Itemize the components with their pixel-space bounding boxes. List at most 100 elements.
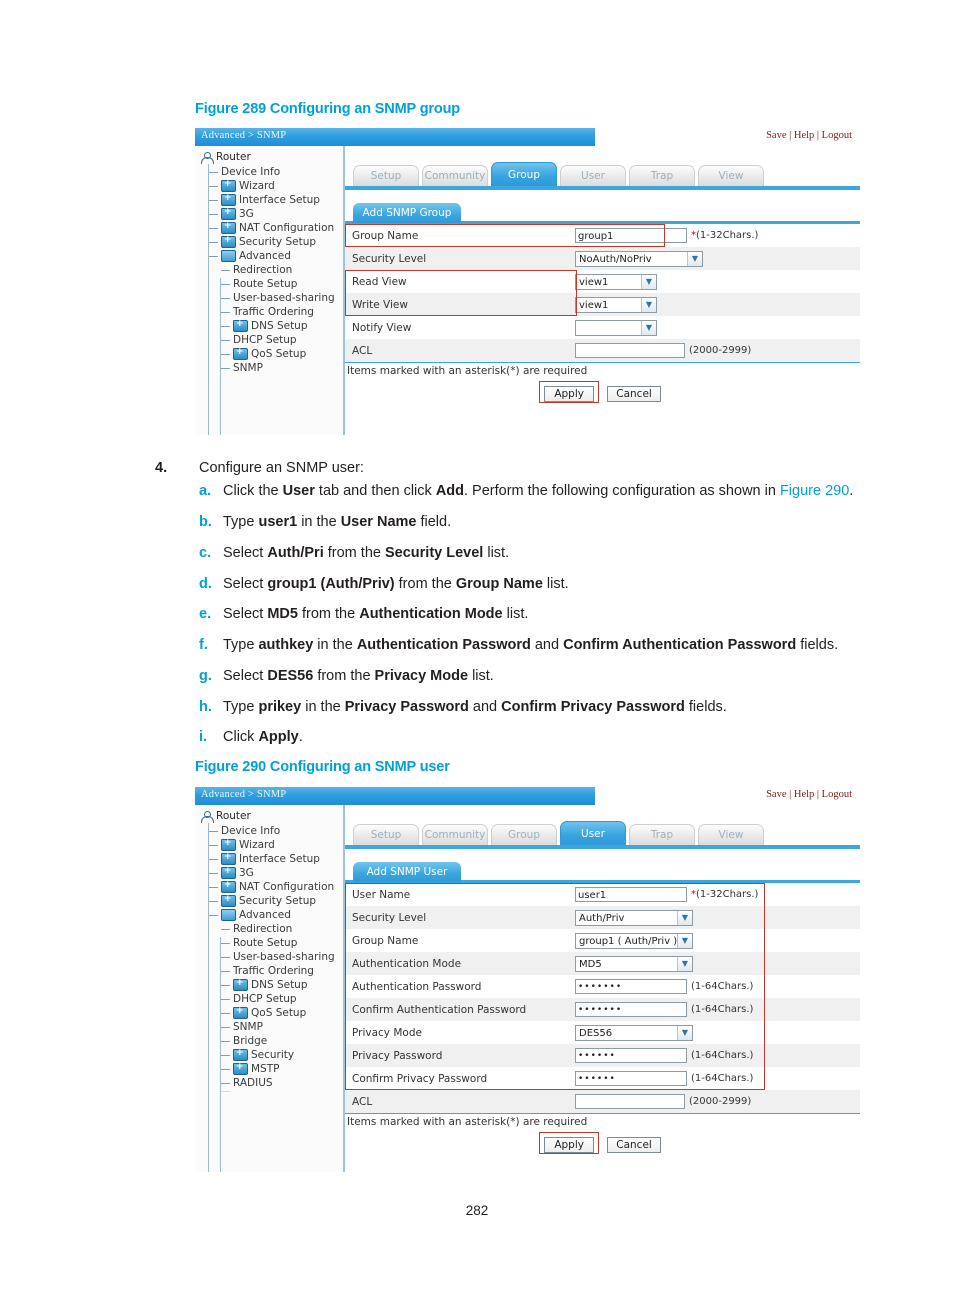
apply-button[interactable]: Apply <box>544 1137 595 1153</box>
tab-setup[interactable]: Setup <box>353 165 419 186</box>
folder-plus-icon <box>221 851 236 865</box>
sidebar-item-advanced[interactable]: Advanced <box>195 908 343 922</box>
field-label: Group Name <box>352 229 419 242</box>
sidebar-item-nat-configuration[interactable]: NAT Configuration <box>195 220 343 235</box>
tab-group[interactable]: Group <box>491 162 557 186</box>
confirm-authentication-password-input[interactable]: ••••••• <box>575 1002 687 1017</box>
sidebar-item-route-setup[interactable]: Route Setup <box>195 936 343 950</box>
sidebar-item-user-based-sharing[interactable]: User-based-sharing <box>195 950 343 964</box>
sidebar-root-label: Router <box>216 810 251 822</box>
sidebar-item-traffic-ordering[interactable]: Traffic Ordering <box>195 305 343 319</box>
write-view-select[interactable]: view1 ▼ <box>575 296 657 313</box>
sidebar-item-device-info[interactable]: Device Info <box>195 824 343 838</box>
sidebar-nav-tree[interactable]: Router Device Info Wizard Interface Setu… <box>195 146 345 435</box>
tab-setup[interactable]: Setup <box>353 824 419 845</box>
sidebar-item-security-setup[interactable]: Security Setup <box>195 234 343 249</box>
cross-reference-link[interactable]: Figure 290 <box>780 483 849 499</box>
tree-branch-icon <box>209 844 218 846</box>
sidebar-item-snmp[interactable]: SNMP <box>195 361 343 375</box>
sidebar-item-label: Wizard <box>239 180 275 192</box>
notify-view-select[interactable]: ▼ <box>575 319 657 336</box>
select-value: view1 <box>579 299 609 311</box>
help-link[interactable]: Help <box>794 130 814 141</box>
tab-trap[interactable]: Trap <box>629 165 695 186</box>
sidebar-item-route-setup[interactable]: Route Setup <box>195 277 343 291</box>
sidebar-item-security[interactable]: Security <box>195 1047 343 1062</box>
sidebar-item-redirection[interactable]: Redirection <box>195 263 343 277</box>
tab-bar[interactable]: Setup Community Group User Trap View <box>345 146 860 190</box>
sidebar-item-snmp[interactable]: SNMP <box>195 1020 343 1034</box>
subtab-add-snmp-user[interactable]: Add SNMP User <box>353 862 461 882</box>
acl-input[interactable] <box>575 1094 685 1109</box>
sidebar-item-nat-configuration[interactable]: NAT Configuration <box>195 879 343 894</box>
security-level-select[interactable]: Auth/Priv ▼ <box>575 909 693 926</box>
figure-289-screenshot: Advanced > SNMP Save | Help | Logout Rou… <box>195 128 860 435</box>
cancel-button[interactable]: Cancel <box>607 386 661 402</box>
tab-user[interactable]: User <box>560 165 626 186</box>
user-name-input[interactable]: user1 <box>575 887 687 902</box>
sidebar-item-qos-setup[interactable]: QoS Setup <box>195 1005 343 1020</box>
field-label: Authentication Mode <box>352 957 462 970</box>
field-control: (2000-2999) <box>575 343 751 358</box>
save-link[interactable]: Save <box>766 130 786 141</box>
sidebar-item-3g[interactable]: 3G <box>195 206 343 221</box>
privacy-password-input[interactable]: •••••• <box>575 1048 687 1063</box>
sidebar-item-advanced[interactable]: Advanced <box>195 249 343 263</box>
subtab-add-snmp-group[interactable]: Add SNMP Group <box>353 203 461 223</box>
tree-branch-icon <box>221 998 230 1000</box>
sidebar-item-radius[interactable]: RADIUS <box>195 1076 343 1090</box>
substep-letter: b. <box>199 514 212 531</box>
tab-bar[interactable]: Setup Community Group User Trap View <box>345 805 860 849</box>
tree-branch-icon <box>221 325 230 327</box>
sidebar-item-router[interactable]: Router <box>195 150 343 165</box>
sidebar-item-mstp[interactable]: MSTP <box>195 1061 343 1076</box>
emphasis-text: Add <box>435 483 464 500</box>
logout-link[interactable]: Logout <box>822 130 852 141</box>
tab-community[interactable]: Community <box>422 165 488 186</box>
substep-text: Type authkey in the Authentication Passw… <box>223 635 855 657</box>
sidebar-item-dhcp-setup[interactable]: DHCP Setup <box>195 333 343 347</box>
substep-a: a. Click the User tab and then click Add.… <box>199 481 855 503</box>
sidebar-item-interface-setup[interactable]: Interface Setup <box>195 192 343 207</box>
sidebar-item-dns-setup[interactable]: DNS Setup <box>195 318 343 333</box>
authentication-password-input[interactable]: ••••••• <box>575 979 687 994</box>
sidebar-item-redirection[interactable]: Redirection <box>195 922 343 936</box>
group-name-select[interactable]: group1 ( Auth/Priv ) ▼ <box>575 932 693 949</box>
help-link[interactable]: Help <box>794 789 814 800</box>
group-name-input[interactable]: group1 <box>575 228 687 243</box>
link-separator-2: | <box>816 130 820 141</box>
sidebar-item-dhcp-setup[interactable]: DHCP Setup <box>195 992 343 1006</box>
sidebar-item-router[interactable]: Router <box>195 809 343 824</box>
authentication-mode-select[interactable]: MD5 ▼ <box>575 955 693 972</box>
sidebar-item-user-based-sharing[interactable]: User-based-sharing <box>195 291 343 305</box>
sidebar-item-interface-setup[interactable]: Interface Setup <box>195 851 343 866</box>
tab-view[interactable]: View <box>698 165 764 186</box>
substep-list: a. Click the User tab and then click Add.… <box>199 481 855 749</box>
cancel-button[interactable]: Cancel <box>607 1137 661 1153</box>
privacy-mode-select[interactable]: DES56 ▼ <box>575 1024 693 1041</box>
sidebar-item-wizard[interactable]: Wizard <box>195 178 343 193</box>
tab-group[interactable]: Group <box>491 824 557 845</box>
confirm-privacy-password-input[interactable]: •••••• <box>575 1071 687 1086</box>
emphasis-text: Apply <box>258 729 299 746</box>
security-level-select[interactable]: NoAuth/NoPriv ▼ <box>575 250 703 267</box>
save-link[interactable]: Save <box>766 789 786 800</box>
sidebar-item-wizard[interactable]: Wizard <box>195 837 343 852</box>
sidebar-item-dns-setup[interactable]: DNS Setup <box>195 977 343 992</box>
logout-link[interactable]: Logout <box>822 789 852 800</box>
sidebar-nav-tree[interactable]: Router Device Info Wizard Interface Setu… <box>195 805 345 1172</box>
acl-input[interactable] <box>575 343 685 358</box>
tab-user[interactable]: User <box>560 821 626 845</box>
sidebar-item-traffic-ordering[interactable]: Traffic Ordering <box>195 964 343 978</box>
tab-community[interactable]: Community <box>422 824 488 845</box>
sidebar-item-qos-setup[interactable]: QoS Setup <box>195 346 343 361</box>
tab-trap[interactable]: Trap <box>629 824 695 845</box>
apply-button[interactable]: Apply <box>544 386 595 402</box>
sidebar-item-security-setup[interactable]: Security Setup <box>195 893 343 908</box>
sidebar-item-bridge[interactable]: Bridge <box>195 1034 343 1048</box>
sidebar-item-3g[interactable]: 3G <box>195 865 343 880</box>
plain-text: from the <box>297 606 360 623</box>
tab-view[interactable]: View <box>698 824 764 845</box>
read-view-select[interactable]: view1 ▼ <box>575 273 657 290</box>
sidebar-item-device-info[interactable]: Device Info <box>195 165 343 179</box>
